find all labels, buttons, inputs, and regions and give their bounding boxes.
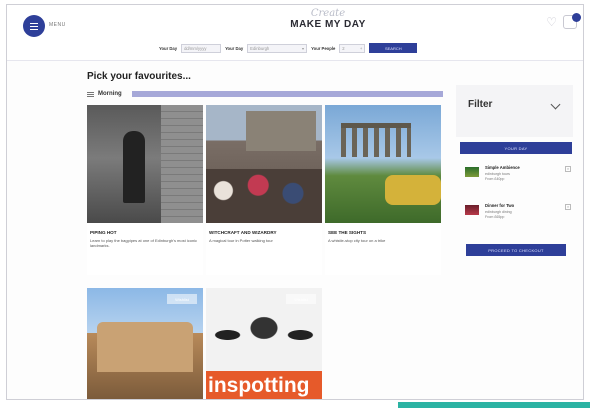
brand-script: Create [310, 8, 346, 19]
section-label: Morning [98, 91, 122, 97]
brand-logo[interactable]: Create MAKE MY DAY [283, 9, 373, 39]
trike-shape [385, 175, 441, 205]
chevron-down-icon [550, 99, 561, 110]
activity-image-castle[interactable]: Wishlist [87, 288, 203, 399]
activity-image-bagpiper[interactable] [87, 105, 203, 223]
app-window: MENU Create MAKE MY DAY ♡ Your Day dd/mm… [6, 4, 584, 400]
castle-rock [97, 322, 193, 372]
favourite-meta: edinburgh dining From £65pp [485, 210, 512, 219]
section-header-morning[interactable]: Morning [87, 89, 443, 99]
date-label: Your Day [159, 45, 178, 51]
remove-icon[interactable]: × [565, 204, 571, 210]
search-bar: Your Day dd/mm/yyyy Your Day Edinburgh ▾… [159, 41, 418, 55]
remove-icon[interactable]: × [565, 166, 571, 172]
date-field[interactable]: dd/mm/yyyy [181, 43, 222, 53]
favourite-name: Dinner for Two [485, 203, 515, 208]
filter-label: Filter [468, 99, 493, 110]
filter-dropdown[interactable]: Filter [456, 85, 573, 137]
favourite-item[interactable]: Dinner for Two edinburgh dining From £65… [465, 201, 573, 231]
cart-badge [572, 13, 581, 22]
card-title[interactable]: PIPING HOT [90, 230, 200, 236]
screen-edge-strip [398, 402, 590, 408]
activity-card[interactable]: SEE THE SIGHTS A whistle-stop city tour … [325, 105, 441, 275]
people-stepper[interactable]: 2 + [339, 43, 366, 53]
page-title: Pick your favourites... [87, 71, 191, 82]
card-description: A magical tour in Potter walking tour [209, 238, 273, 243]
activity-cards-row: PIPING HOT Learn to play the bagpipes at… [87, 105, 443, 275]
your-day-button[interactable]: YOUR DAY [460, 142, 572, 154]
day-type-label: Your Day [225, 45, 244, 51]
people-value: 2 [342, 45, 345, 51]
monument-columns [341, 123, 411, 157]
favourite-item[interactable]: Simple Ambience edinburgh tours From £40… [465, 163, 573, 193]
card-description: Learn to play the bagpipes at one of Edi… [90, 238, 198, 248]
day-type-select[interactable]: Edinburgh ▾ [247, 43, 308, 53]
activity-image-trainspotting[interactable]: Wishlist inspotting [206, 288, 322, 399]
header-icons: ♡ [546, 13, 581, 29]
favourite-name: Simple Ambience [485, 165, 520, 170]
list-icon [87, 91, 94, 97]
poster-title: inspotting [206, 371, 322, 399]
favourite-meta: edinburgh tours From £40pp [485, 172, 510, 181]
people-label: Your People [311, 45, 336, 51]
wishlist-tag[interactable]: Wishlist [286, 294, 316, 304]
favourite-thumbnail [465, 205, 479, 215]
search-button[interactable]: SEARCH [369, 43, 418, 53]
section-divider-bar [131, 91, 443, 97]
castle-shape [246, 111, 316, 151]
wishlist-tag[interactable]: Wishlist [167, 294, 197, 304]
chevron-down-icon: ▾ [302, 45, 305, 51]
activity-image-witch-tour[interactable] [206, 105, 322, 223]
day-type-value: Edinburgh [250, 45, 270, 51]
activity-image-sights[interactable] [325, 105, 441, 223]
checkout-button[interactable]: PROCEED TO CHECKOUT [466, 244, 566, 256]
bag-icon[interactable] [563, 13, 581, 29]
site-header: MENU Create MAKE MY DAY ♡ Your Day dd/mm… [7, 5, 583, 61]
card-title[interactable]: SEE THE SIGHTS [328, 230, 438, 236]
favourite-thumbnail [465, 167, 479, 177]
card-title[interactable]: WITCHCRAFT AND WIZARDRY [209, 230, 319, 236]
poster-figures [212, 300, 316, 370]
plus-icon[interactable]: + [360, 46, 362, 51]
card-description: A whistle-stop city tour on a trike [328, 238, 386, 243]
heart-icon[interactable]: ♡ [546, 15, 557, 29]
activity-card[interactable]: WITCHCRAFT AND WIZARDRY A magical tour i… [206, 105, 322, 275]
piper-figure [123, 131, 145, 203]
crowd-shape [206, 169, 322, 223]
activity-cards-row-2: Wishlist Wishlist inspotting [87, 288, 322, 399]
menu-button[interactable] [23, 15, 45, 37]
menu-icon [30, 25, 38, 27]
stone-wall [161, 105, 203, 223]
menu-label: MENU [49, 22, 66, 28]
brand-name: MAKE MY DAY [290, 19, 366, 30]
activity-card[interactable]: PIPING HOT Learn to play the bagpipes at… [87, 105, 203, 275]
